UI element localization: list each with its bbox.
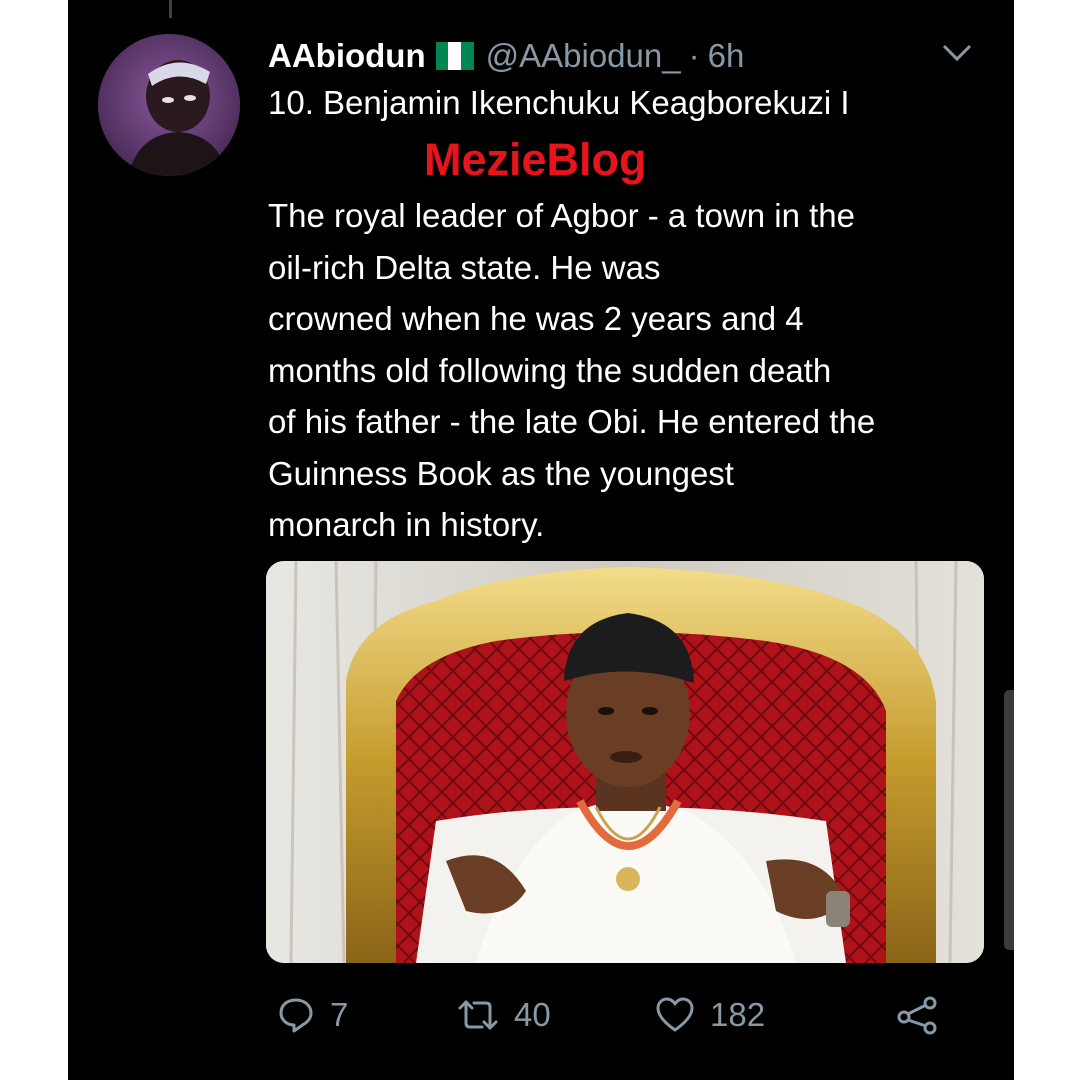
retweet-button[interactable]: 40 bbox=[456, 995, 551, 1035]
thread-connector-line bbox=[169, 0, 172, 18]
separator-dot: · bbox=[688, 37, 700, 74]
like-button[interactable]: 182 bbox=[654, 995, 765, 1035]
share-icon bbox=[896, 995, 940, 1035]
retweet-icon bbox=[456, 995, 500, 1035]
tweet-header: AAbiodun @AAbiodun_ · 6h bbox=[268, 34, 974, 78]
tweet-photo[interactable] bbox=[266, 561, 984, 963]
avatar[interactable] bbox=[98, 34, 240, 176]
timestamp[interactable]: 6h bbox=[708, 37, 745, 75]
display-name[interactable]: AAbiodun bbox=[268, 37, 426, 75]
tweet-body: The royal leader of Agbor - a town in th… bbox=[268, 197, 876, 543]
tweet-title: 10. Benjamin Ikenchuku Keagborekuzi I bbox=[268, 84, 850, 121]
watermark: MezieBlog bbox=[424, 134, 647, 185]
like-count: 182 bbox=[710, 996, 766, 1033]
reply-button[interactable]: 7 bbox=[276, 995, 348, 1035]
reply-icon bbox=[276, 995, 316, 1035]
chevron-down-icon[interactable] bbox=[940, 40, 974, 66]
share-button[interactable] bbox=[896, 995, 940, 1035]
user-handle[interactable]: @AAbiodun_ bbox=[486, 37, 681, 75]
tweet-actions: 7 40 182 bbox=[276, 995, 976, 1045]
reply-count: 7 bbox=[330, 996, 349, 1033]
scrollbar-thumb[interactable] bbox=[1004, 690, 1014, 950]
tweet-screen: AAbiodun @AAbiodun_ · 6h 10. Benjamin Ik… bbox=[68, 0, 1014, 1080]
heart-icon bbox=[654, 995, 696, 1035]
nigeria-flag-icon bbox=[435, 42, 474, 70]
retweet-count: 40 bbox=[514, 996, 551, 1033]
